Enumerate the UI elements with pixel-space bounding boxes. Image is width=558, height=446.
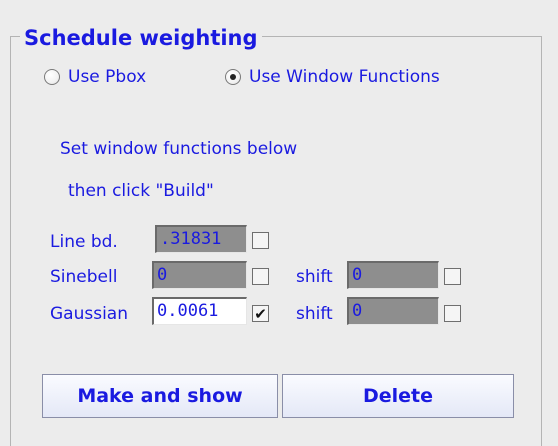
line-bd-input[interactable]: .31831 xyxy=(155,225,247,253)
sinebell-shift-input[interactable]: 0 xyxy=(347,261,439,289)
use-pbox-radio[interactable] xyxy=(44,69,60,85)
use-window-functions-radio[interactable] xyxy=(225,69,241,85)
make-and-show-button[interactable]: Make and show xyxy=(42,374,278,418)
gaussian-shift-checkbox[interactable] xyxy=(444,305,461,322)
sinebell-shift-label: shift xyxy=(296,267,333,287)
sinebell-checkbox[interactable] xyxy=(252,268,269,285)
radio-selected-dot xyxy=(230,74,236,80)
sinebell-input[interactable]: 0 xyxy=(152,261,247,289)
gaussian-shift-label: shift xyxy=(296,304,333,324)
line-bd-label: Line bd. xyxy=(50,232,118,252)
delete-button[interactable]: Delete xyxy=(282,374,514,418)
panel-title: Schedule weighting xyxy=(20,25,262,51)
instruction-line-1: Set window functions below xyxy=(60,139,298,159)
gaussian-input[interactable]: 0.0061 xyxy=(152,297,247,325)
line-bd-checkbox[interactable] xyxy=(252,232,269,249)
instruction-line-2: then click "Build" xyxy=(68,181,214,201)
gaussian-shift-input[interactable]: 0 xyxy=(347,297,439,325)
use-window-functions-label: Use Window Functions xyxy=(249,67,440,87)
sinebell-label: Sinebell xyxy=(50,267,118,287)
gaussian-checkbox[interactable]: ✔ xyxy=(252,305,269,322)
use-pbox-label: Use Pbox xyxy=(68,67,147,87)
sinebell-shift-checkbox[interactable] xyxy=(444,268,461,285)
gaussian-label: Gaussian xyxy=(50,304,128,324)
